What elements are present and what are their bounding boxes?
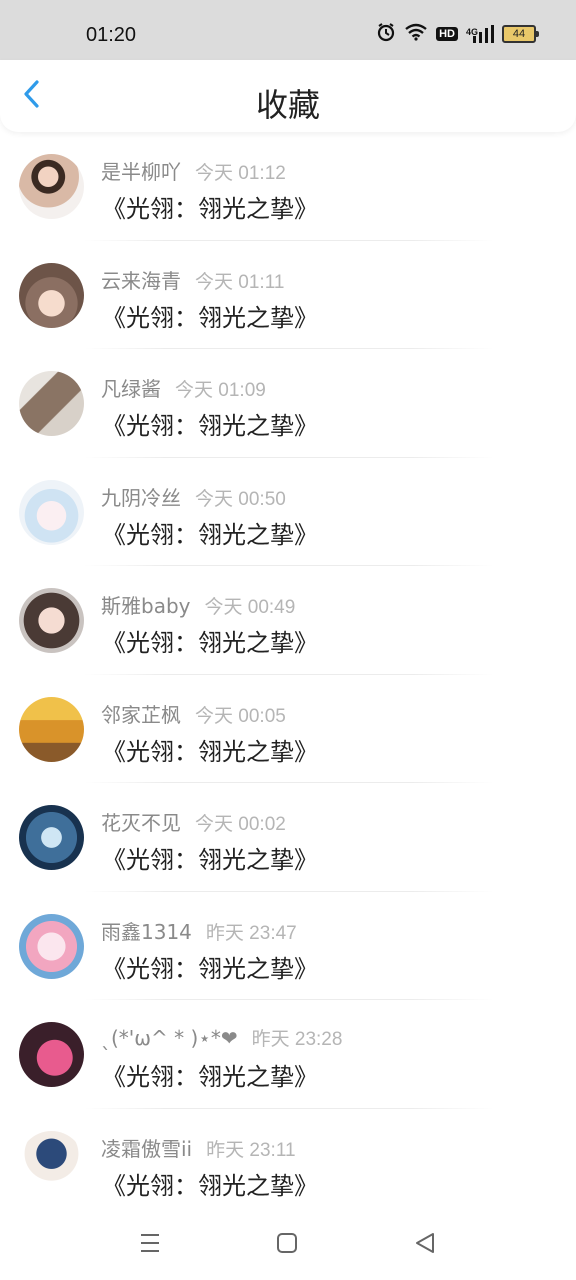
- username[interactable]: ˎ(*'ω^ * )⋆*❤: [101, 1026, 238, 1050]
- list-item[interactable]: 斯雅baby 今天 00:49 《光翎：翎光之挚》: [0, 566, 576, 675]
- system-nav-bar: [0, 1212, 576, 1280]
- list-item[interactable]: 云来海青 今天 01:11 《光翎：翎光之挚》: [0, 241, 576, 349]
- avatar[interactable]: [19, 479, 84, 545]
- avatar[interactable]: [19, 1022, 84, 1087]
- menu-button[interactable]: [135, 1230, 165, 1260]
- battery-level: 44: [512, 27, 526, 40]
- timestamp: 今天 01:12: [195, 163, 286, 184]
- avatar[interactable]: [19, 371, 84, 436]
- list-item[interactable]: 是半柳吖 今天 01:12 《光翎：翎光之挚》: [0, 132, 576, 241]
- avatar[interactable]: [19, 696, 84, 762]
- list-item[interactable]: 九阴冷丝 今天 00:50 《光翎：翎光之挚》: [0, 458, 576, 566]
- signal-icon: 4G: [465, 24, 494, 43]
- status-time: 01:20: [86, 24, 137, 46]
- item-title[interactable]: 《光翎：翎光之挚》: [102, 1166, 318, 1201]
- home-icon: [276, 1232, 298, 1258]
- list-item[interactable]: 雨鑫1314 昨天 23:47 《光翎：翎光之挚》: [0, 892, 576, 1000]
- avatar[interactable]: [19, 913, 84, 979]
- home-button[interactable]: [272, 1230, 302, 1260]
- wifi-icon: [404, 23, 428, 44]
- favorites-list: 是半柳吖 今天 01:12 《光翎：翎光之挚》 云来海青 今天 01:11 《光…: [0, 132, 576, 1217]
- status-bar: 01:20 HD 4G 44: [0, 0, 576, 60]
- network-label: 4G: [465, 26, 478, 37]
- username[interactable]: 邻家芷枫: [101, 699, 181, 728]
- back-nav-button[interactable]: [410, 1230, 440, 1260]
- timestamp: 今天 01:11: [195, 271, 285, 293]
- alarm-icon: [376, 22, 396, 45]
- username[interactable]: 凌霜傲雪ii: [101, 1133, 192, 1162]
- timestamp: 今天 00:49: [204, 597, 296, 618]
- username[interactable]: 九阴冷丝: [101, 482, 181, 511]
- username[interactable]: 凡绿酱: [101, 373, 161, 402]
- item-title[interactable]: 《光翎：翎光之挚》: [102, 406, 318, 441]
- item-title[interactable]: 《光翎：翎光之挚》: [102, 840, 318, 875]
- item-title[interactable]: 《光翎：翎光之挚》: [102, 732, 318, 767]
- username[interactable]: 斯雅baby: [101, 590, 190, 619]
- item-title[interactable]: 《光翎：翎光之挚》: [102, 1057, 318, 1092]
- timestamp: 今天 00:50: [195, 488, 286, 510]
- menu-icon: [139, 1232, 161, 1258]
- username[interactable]: 云来海青: [101, 265, 181, 294]
- avatar[interactable]: [19, 154, 84, 219]
- avatar[interactable]: [19, 1130, 84, 1196]
- timestamp: 昨天 23:11: [206, 1139, 296, 1161]
- item-title[interactable]: 《光翎：翎光之挚》: [102, 189, 318, 224]
- avatar[interactable]: [19, 805, 84, 870]
- list-item[interactable]: 花灭不见 今天 00:02 《光翎：翎光之挚》: [0, 783, 576, 892]
- timestamp: 今天 00:02: [195, 814, 286, 835]
- list-item[interactable]: 凌霜傲雪ii 昨天 23:11 《光翎：翎光之挚》: [0, 1109, 576, 1218]
- avatar[interactable]: [19, 262, 84, 328]
- avatar[interactable]: [19, 588, 84, 653]
- username[interactable]: 是半柳吖: [101, 156, 181, 185]
- header: 收藏: [0, 60, 576, 132]
- timestamp: 昨天 23:28: [251, 1029, 343, 1050]
- status-icons: HD 4G 44: [376, 22, 539, 45]
- list-item[interactable]: 凡绿酱 今天 01:09 《光翎：翎光之挚》: [0, 349, 576, 458]
- item-title[interactable]: 《光翎：翎光之挚》: [102, 623, 318, 658]
- hd-icon: HD: [436, 26, 458, 41]
- username[interactable]: 花灭不见: [101, 807, 181, 836]
- timestamp: 昨天 23:47: [205, 922, 297, 944]
- timestamp: 今天 01:09: [175, 380, 266, 401]
- back-icon: [414, 1232, 436, 1258]
- list-item[interactable]: ˎ(*'ω^ * )⋆*❤ 昨天 23:28 《光翎：翎光之挚》: [0, 1000, 576, 1109]
- battery-icon: 44: [502, 24, 539, 43]
- item-title[interactable]: 《光翎：翎光之挚》: [102, 298, 318, 333]
- list-item[interactable]: 邻家芷枫 今天 00:05 《光翎：翎光之挚》: [0, 675, 576, 783]
- timestamp: 今天 00:05: [195, 705, 286, 727]
- item-title[interactable]: 《光翎：翎光之挚》: [102, 949, 318, 984]
- item-title[interactable]: 《光翎：翎光之挚》: [102, 515, 318, 550]
- page-title: 收藏: [255, 86, 320, 124]
- username[interactable]: 雨鑫1314: [101, 916, 192, 945]
